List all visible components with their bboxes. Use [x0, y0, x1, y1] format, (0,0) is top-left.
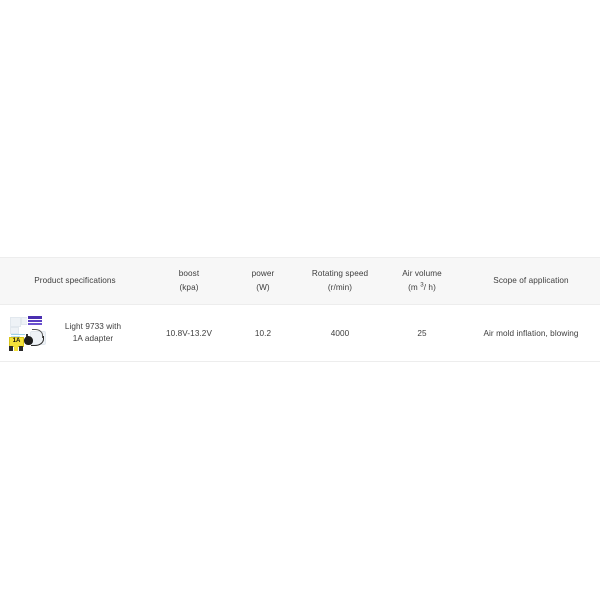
cell-product-specifications: 1A Light 9733 with 1A adapter: [0, 304, 150, 363]
photo-label-text-bar: [28, 320, 42, 323]
table-header-row: Product specifications boost (kpa) power…: [0, 256, 600, 306]
product-name-line-1: Light 9733 with: [64, 321, 122, 331]
cell-boost: 10.8V-13.2V: [150, 304, 228, 363]
column-header-unit: (r/min): [327, 283, 353, 293]
column-header-label: Air volume: [402, 269, 442, 278]
column-header-unit: (W): [256, 283, 270, 293]
table-body: 1A Light 9733 with 1A adapter 10.8V-13.2…: [0, 304, 600, 363]
photo-shape-panel: [10, 317, 21, 328]
photo-cyan-bar: [11, 334, 25, 336]
column-header-label: power: [251, 269, 275, 278]
unit-suffix: / h): [423, 283, 436, 293]
unit-prefix: (m: [408, 283, 421, 293]
column-header-rotating-speed: Rotating speed (r/min): [298, 256, 382, 306]
photo-label-text-bar: [28, 323, 42, 326]
spec-table-container: Product specifications boost (kpa) power…: [0, 256, 600, 363]
product-name: Light 9733 with 1A adapter: [52, 321, 148, 346]
photo-chip: [19, 346, 23, 352]
photo-label-title-bar: [28, 316, 42, 320]
cell-air-volume: 25: [382, 304, 462, 363]
column-header-boost: boost (kpa): [150, 256, 228, 306]
photo-blue-label: [27, 316, 43, 327]
column-header-air-volume: Air volume (m 3/ h): [382, 256, 462, 306]
column-header-unit: (m 3/ h): [384, 281, 460, 295]
photo-chip-row: [9, 346, 23, 352]
photo-cable: [32, 329, 43, 339]
column-header-label: Product specifications: [34, 276, 116, 286]
table-row: 1A Light 9733 with 1A adapter 10.8V-13.2…: [0, 304, 600, 363]
column-header-label: Rotating speed: [311, 269, 369, 278]
column-header-product-specifications: Product specifications: [0, 256, 150, 306]
product-photo-icon: 1A: [8, 314, 46, 353]
column-header-label: boost: [178, 269, 200, 278]
cell-scope-of-application: Air mold inflation, blowing: [462, 304, 600, 363]
product-cell: 1A Light 9733 with 1A adapter: [2, 314, 148, 353]
product-name-line-2: 1A adapter: [72, 334, 114, 344]
photo-chip: [9, 346, 13, 352]
photo-chip: [14, 346, 18, 352]
column-header-label: Scope of application: [493, 276, 569, 286]
column-header-scope-of-application: Scope of application: [462, 256, 600, 306]
column-header-power: power (W): [228, 256, 298, 306]
product-specification-table: Product specifications boost (kpa) power…: [0, 256, 600, 363]
page-canvas: Product specifications boost (kpa) power…: [0, 0, 600, 600]
cell-power: 10.2: [228, 304, 298, 363]
photo-shape-panel: [10, 327, 19, 335]
table-header: Product specifications boost (kpa) power…: [0, 256, 600, 306]
cell-rotating-speed: 4000: [298, 304, 382, 363]
column-header-unit: (kpa): [179, 283, 199, 293]
